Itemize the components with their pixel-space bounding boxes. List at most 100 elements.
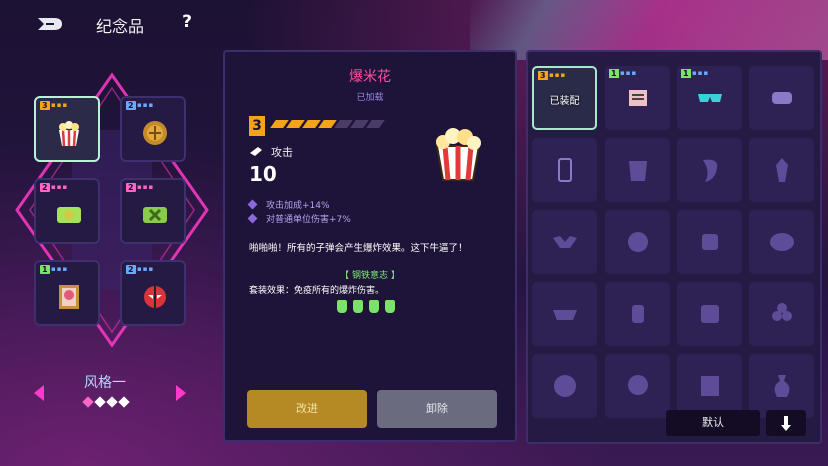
grid-item-skull[interactable] [605, 354, 670, 418]
level-badge: 1 [681, 69, 691, 78]
page-dot [118, 396, 130, 408]
level-badge: 1 [609, 69, 619, 78]
frame-icon [701, 376, 719, 396]
rarity-dots: ▪▪▪ [51, 265, 69, 273]
page-dot [94, 396, 106, 408]
rarity-dots: ▪▪▪ [51, 183, 69, 191]
rarity-dots: ▪▪▪ [137, 101, 155, 109]
bonus-text: 对普通单位伤害+7% [266, 215, 351, 225]
grid-item-sunglasses[interactable]: 1 ▪▪▪ [677, 66, 742, 130]
portrait-icon [59, 285, 79, 309]
slot-coin[interactable]: 2 ▪▪▪ [120, 96, 186, 162]
top-bar: 纪念品 ? [0, 0, 300, 46]
grid-item-jar[interactable] [677, 282, 742, 346]
bonus-line: 对普通单位伤害+7% [247, 212, 351, 225]
grid-item-game-controller[interactable] [749, 66, 814, 130]
back-icon[interactable] [36, 14, 66, 34]
helmet-icon [628, 232, 648, 252]
prev-style-icon[interactable] [32, 384, 46, 402]
default-sort-button[interactable]: 默认 [666, 410, 760, 436]
set-name: 【 钢铁意志 】 [340, 271, 400, 281]
notepad-icon [629, 90, 647, 106]
rarity-dots: ▪▪▪ [137, 265, 155, 273]
set-piece-icon [369, 300, 379, 313]
lion-icon [554, 375, 576, 397]
bonus-text: 攻击加成+14% [266, 201, 330, 211]
level-badge: 2 [126, 265, 136, 274]
level-badge: 3 [538, 71, 548, 80]
item-detail-panel: 爆米花 已加载 3 攻击 10 攻击加成+14% 对普通单位伤害+7% 啪啪啪！… [223, 50, 517, 442]
page-title: 纪念品 [96, 17, 145, 36]
slot-portrait[interactable]: 1 ▪▪▪ [34, 260, 100, 326]
attack-value: 10 [249, 162, 277, 186]
grid-item-phone[interactable] [532, 138, 597, 202]
star-empty [366, 120, 385, 128]
set-piece-icon [353, 300, 363, 313]
level-badge: 1 [40, 265, 50, 274]
speech-skull-icon [770, 233, 794, 251]
grid-item-mask[interactable] [532, 282, 597, 346]
popcorn-icon [435, 128, 481, 181]
sunglasses-icon [698, 94, 722, 102]
mask-icon [553, 310, 577, 320]
grid-item-lion[interactable] [532, 354, 597, 418]
grid-item-helmet[interactable] [605, 210, 670, 274]
attack-label: 攻击 [271, 146, 293, 159]
level-badge: 3 [40, 101, 50, 110]
item-name: 爆米花 [349, 69, 391, 85]
equipped-label: 已装配 [549, 96, 580, 107]
page-dot-active [82, 396, 94, 408]
item-level: 3 [249, 116, 265, 136]
rarity-dots: ▪▪▪ [549, 71, 567, 79]
mask-icon [144, 286, 166, 308]
level-badge: 2 [40, 183, 50, 192]
slot-plus-card[interactable]: 2 ▪▪▪ [34, 178, 100, 244]
next-style-icon[interactable] [174, 384, 188, 402]
winged-badge-icon [553, 236, 577, 248]
jar-icon [701, 305, 719, 323]
tooth-icon [703, 159, 718, 182]
bullet-icon [250, 147, 262, 156]
crystal-icon [776, 158, 788, 182]
rarity-dots: ▪▪▪ [692, 69, 710, 77]
grid-item-speech-skull[interactable] [749, 210, 814, 274]
grid-item-orb-cluster[interactable] [749, 282, 814, 346]
cross-card-icon [143, 207, 167, 223]
slot-cross-card[interactable]: 2 ▪▪▪ [120, 178, 186, 244]
style-page-indicator [82, 396, 130, 408]
set-piece-icon [337, 300, 347, 313]
grid-item-winged-badge[interactable] [532, 210, 597, 274]
slot-mask[interactable]: 2 ▪▪▪ [120, 260, 186, 326]
help-button[interactable]: ? [178, 12, 196, 32]
grid-item-robot[interactable] [677, 210, 742, 274]
level-badge: 2 [126, 101, 136, 110]
item-description: 啪啪啪！所有的子弹会产生爆炸效果。这下牛逼了！ [249, 243, 468, 254]
slot-popcorn[interactable]: 3 ▪▪▪ [34, 96, 100, 162]
sort-toggle-button[interactable] [766, 410, 806, 436]
rarity-dots: ▪▪▪ [137, 183, 155, 191]
grid-item-frame[interactable] [677, 354, 742, 418]
game-controller-icon [772, 92, 792, 104]
armor-icon [629, 161, 647, 181]
sort-arrow-icon [781, 416, 791, 431]
hand-icon [632, 305, 644, 323]
remove-button[interactable]: 卸除 [377, 390, 497, 428]
skull-icon [628, 375, 648, 395]
grid-item-popcorn[interactable]: 3 ▪▪▪ 已装配 [532, 66, 597, 130]
coin-icon [143, 121, 167, 145]
upgrade-button[interactable]: 改进 [247, 390, 367, 428]
vase-icon [774, 375, 790, 397]
grid-item-hand[interactable] [605, 282, 670, 346]
grid-item-tooth[interactable] [677, 138, 742, 202]
set-pieces [337, 300, 395, 313]
grid-item-crystal[interactable] [749, 138, 814, 202]
grid-item-armor[interactable] [605, 138, 670, 202]
level-badge: 2 [126, 183, 136, 192]
phone-icon [558, 158, 572, 182]
grid-item-notepad[interactable]: 1 ▪▪▪ [605, 66, 670, 130]
rarity-dots: ▪▪▪ [620, 69, 638, 77]
grid-item-vase[interactable] [749, 354, 814, 418]
upgrade-stars [270, 120, 385, 128]
set-effect: 套装效果：免疫所有的爆炸伤害。 [249, 286, 385, 296]
collection-grid: 3 ▪▪▪ 已装配 1 ▪▪▪ 1 ▪▪▪ [526, 50, 822, 444]
